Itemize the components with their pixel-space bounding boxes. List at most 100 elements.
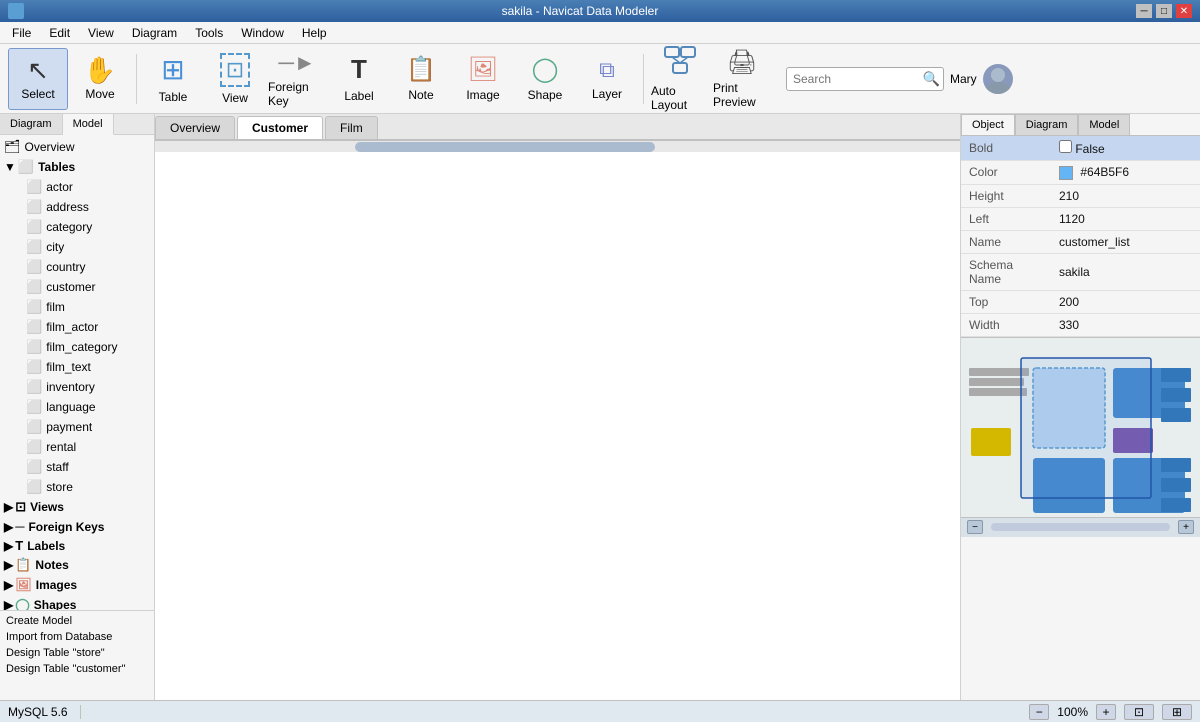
tool-shape[interactable]: ◯ Shape	[515, 48, 575, 110]
tree-labels-section[interactable]: ▶ T Labels	[0, 536, 154, 555]
tree-table-language[interactable]: ⬜language	[0, 397, 154, 417]
tree-table-address[interactable]: ⬜address	[0, 197, 154, 217]
tree-table-film-actor[interactable]: ⬜film_actor	[0, 317, 154, 337]
tree-table-actor[interactable]: ⬜actor	[0, 177, 154, 197]
right-tab-diagram[interactable]: Diagram	[1015, 114, 1079, 135]
menu-window[interactable]: Window	[233, 24, 292, 42]
tree-images-section[interactable]: ▶ 🖼 Images	[0, 575, 154, 595]
table-icon: ⬜	[26, 439, 42, 455]
close-button[interactable]: ✕	[1176, 4, 1192, 18]
table-icon: ⬜	[26, 339, 42, 355]
tool-table[interactable]: ⊞ Table	[143, 48, 203, 110]
zoom-out-button[interactable]: −	[1029, 704, 1049, 720]
right-tab-object[interactable]: Object	[961, 114, 1015, 135]
table-icon: ⬜	[26, 259, 42, 275]
maximize-button[interactable]: □	[1156, 4, 1172, 18]
left-panel-tabs: Diagram Model	[0, 114, 154, 135]
window-controls: ─ □ ✕	[1136, 4, 1192, 18]
tree-table-store[interactable]: ⬜store	[0, 477, 154, 497]
tab-model[interactable]: Model	[63, 114, 114, 135]
menu-diagram[interactable]: Diagram	[124, 24, 185, 42]
tool-note[interactable]: 📋 Note	[391, 48, 451, 110]
menu-edit[interactable]: Edit	[41, 24, 78, 42]
tree-table-country[interactable]: ⬜country	[0, 257, 154, 277]
tool-layer[interactable]: ⧉ Layer	[577, 48, 637, 110]
tree-shapes-section[interactable]: ▶ ◯ Shapes	[0, 595, 154, 610]
app-logo	[8, 3, 24, 19]
tree-table-city[interactable]: ⬜city	[0, 237, 154, 257]
zoom-in-button[interactable]: +	[1096, 704, 1116, 720]
tree-table-rental[interactable]: ⬜rental	[0, 437, 154, 457]
table-icon: ⬜	[26, 279, 42, 295]
prop-height-value: 210	[1051, 184, 1200, 207]
tool-foreign-key[interactable]: ─► Foreign Key	[267, 48, 327, 110]
bottom-design-store[interactable]: Design Table "store"	[0, 645, 154, 661]
tree-views-label: Views	[30, 500, 64, 514]
bottom-design-customer[interactable]: Design Table "customer"	[0, 661, 154, 677]
tree-table-film-text[interactable]: ⬜film_text	[0, 357, 154, 377]
menu-tools[interactable]: Tools	[187, 24, 231, 42]
menu-view[interactable]: View	[80, 24, 122, 42]
tool-print-preview[interactable]: 🖨 Print Preview	[712, 48, 772, 110]
tool-label[interactable]: T Label	[329, 48, 389, 110]
foreign-key-icon: ─►	[278, 50, 315, 76]
tree-labels-label: Labels	[27, 539, 65, 553]
bottom-import-db[interactable]: Import from Database	[0, 629, 154, 645]
layer-icon: ⧉	[599, 57, 615, 83]
tree-views-section[interactable]: ▶ ⊡ Views	[0, 497, 154, 517]
prop-top-value: 200	[1051, 290, 1200, 313]
tool-layer-label: Layer	[592, 87, 622, 101]
tree-table-film-category[interactable]: ⬜film_category	[0, 337, 154, 357]
bottom-create-model[interactable]: Create Model	[0, 613, 154, 629]
tree-fk-section[interactable]: ▶ ─ Foreign Keys	[0, 517, 154, 536]
canvas-wrapper: ─ ─ customer_list ID cu.customer_id NAME…	[155, 140, 960, 700]
tree-overview[interactable]: 🗂 Overview	[0, 137, 154, 157]
tree-table-film[interactable]: ⬜film	[0, 297, 154, 317]
fit-view-button[interactable]: ⊡	[1124, 704, 1154, 720]
right-panel-tabs: Object Diagram Model	[961, 114, 1200, 136]
search-icon[interactable]: 🔍	[923, 70, 940, 87]
tree-tables-section[interactable]: ▼ ⬜ Tables	[0, 157, 154, 177]
canvas-tab-overview[interactable]: Overview	[155, 116, 235, 139]
label-icon: T	[351, 54, 367, 85]
minimap-minus-btn[interactable]: −	[967, 520, 983, 534]
prop-schema: Schema Name sakila	[961, 253, 1200, 290]
app-title: sakila - Navicat Data Modeler	[24, 4, 1136, 18]
tree-table-category[interactable]: ⬜category	[0, 217, 154, 237]
tool-auto-layout[interactable]: Auto Layout	[650, 48, 710, 110]
right-tab-model[interactable]: Model	[1078, 114, 1130, 135]
tree-fk-label: Foreign Keys	[28, 520, 104, 534]
toolbar-separator-2	[643, 54, 644, 104]
tab-diagram[interactable]: Diagram	[0, 114, 63, 134]
tool-move[interactable]: ✋ Move	[70, 48, 130, 110]
bold-value: False	[1075, 142, 1104, 156]
fk-icon: ─	[15, 519, 24, 534]
tree-table-payment[interactable]: ⬜payment	[0, 417, 154, 437]
tool-view[interactable]: ⊡ View	[205, 48, 265, 110]
menu-file[interactable]: File	[4, 24, 39, 42]
tool-image[interactable]: 🖼 Image	[453, 48, 513, 110]
color-swatch[interactable]	[1059, 166, 1073, 180]
tree-table-staff[interactable]: ⬜staff	[0, 457, 154, 477]
canvas-tab-customer[interactable]: Customer	[237, 116, 323, 139]
canvas-hscroll[interactable]	[155, 140, 960, 152]
minimize-button[interactable]: ─	[1136, 4, 1152, 18]
minimap-plus-btn[interactable]: +	[1178, 520, 1194, 534]
prop-name: Name customer_list	[961, 230, 1200, 253]
bold-checkbox[interactable]	[1059, 140, 1072, 153]
minimap-scrollbar[interactable]	[991, 523, 1170, 531]
canvas-tab-film[interactable]: Film	[325, 116, 378, 139]
right-panel: Object Diagram Model Bold False Color #6…	[960, 114, 1200, 700]
tool-select[interactable]: ↖ Select	[8, 48, 68, 110]
minimap-svg	[961, 338, 1200, 518]
user-area: 🔍 Mary	[786, 64, 1013, 94]
search-input[interactable]	[786, 67, 944, 91]
menu-help[interactable]: Help	[294, 24, 335, 42]
tree-table-customer[interactable]: ⬜customer	[0, 277, 154, 297]
images-icon: 🖼	[15, 577, 32, 593]
grid-button[interactable]: ⊞	[1162, 704, 1192, 720]
hscroll-thumb[interactable]	[355, 142, 655, 152]
tree-notes-section[interactable]: ▶ 📋 Notes	[0, 555, 154, 575]
left-panel: Diagram Model 🗂 Overview ▼ ⬜ Tables ⬜act…	[0, 114, 155, 700]
tree-table-inventory[interactable]: ⬜inventory	[0, 377, 154, 397]
